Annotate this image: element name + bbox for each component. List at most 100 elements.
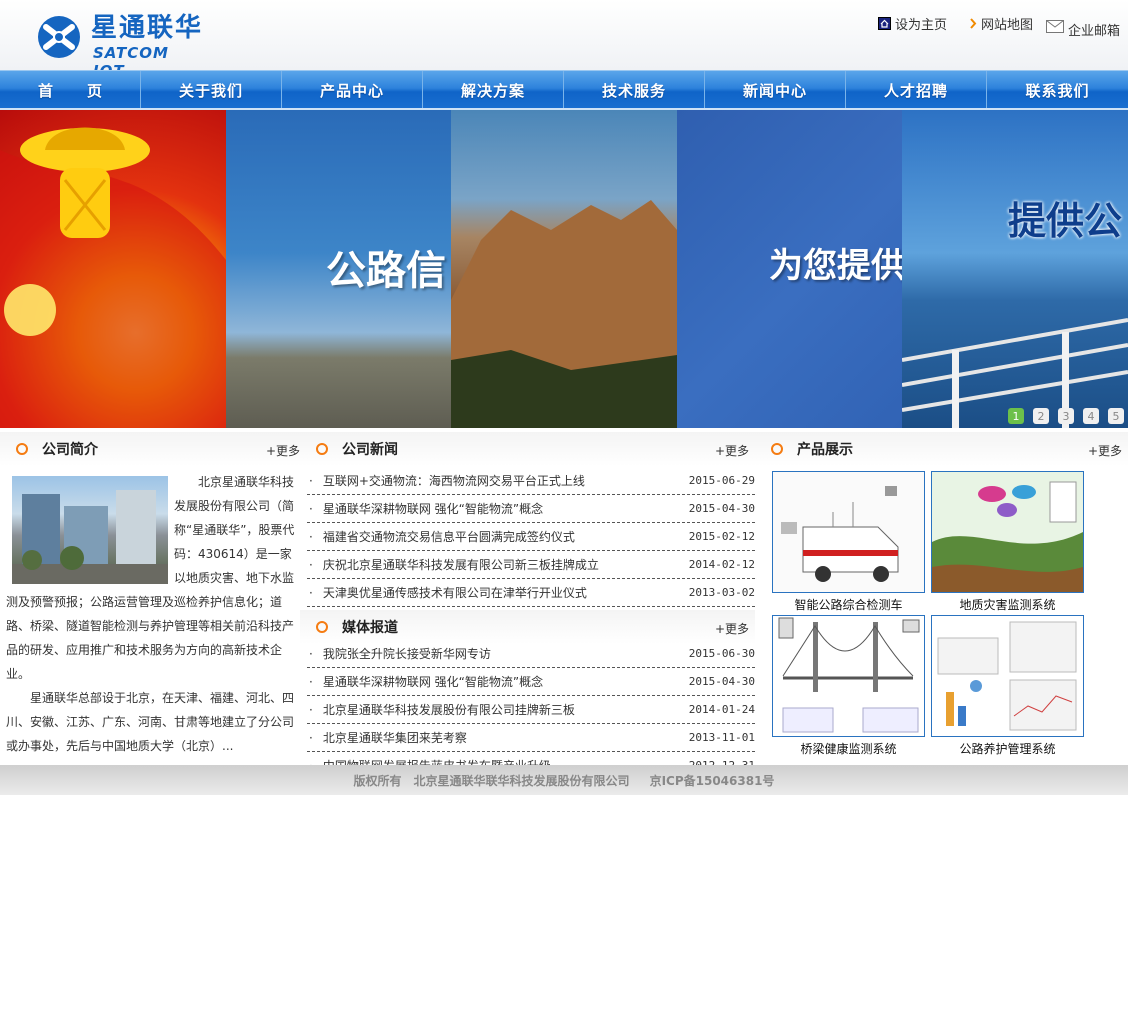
news-item-title: 北京星通联华科技发展股份有限公司挂牌新三板 (307, 701, 575, 718)
banner-dot-3[interactable]: 3 (1058, 408, 1074, 424)
news-item-title: 星通联华深耕物联网 强化“智能物流”概念 (307, 673, 543, 690)
ring-bullet-icon (16, 443, 28, 455)
company-news-more-link[interactable]: +更多 (715, 442, 749, 459)
news-item[interactable]: 庆祝北京星通联华科技发展有限公司新三板挂牌成立 2014-02-12 (307, 551, 755, 579)
banner-panel-mountain (451, 110, 677, 428)
banner-dots: 1 2 3 4 5 (1008, 408, 1124, 424)
bridge-monitoring-icon (773, 616, 924, 736)
about-title: 公司简介 (0, 432, 98, 466)
product-image (931, 471, 1084, 593)
arrow-right-icon (970, 18, 977, 29)
banner-text-3: 提供公 (1008, 199, 1123, 243)
banner-panel-lantern (0, 110, 226, 428)
media-news-title-text: 媒体报道 (342, 620, 398, 636)
nav-item-careers[interactable]: 人才招聘 (846, 71, 987, 109)
media-news-more-link[interactable]: +更多 (715, 620, 749, 637)
media-news-list: 我院张全升院长接受新华网专访 2015-06-30 星通联华深耕物联网 强化“智能… (307, 640, 755, 765)
nav-item-solutions[interactable]: 解决方案 (423, 71, 564, 109)
news-item-date: 2013-03-02 (688, 586, 755, 599)
set-homepage-link[interactable]: 设为主页 (878, 14, 947, 33)
product-image (772, 615, 925, 737)
logo-mark-icon (38, 16, 80, 58)
news-item[interactable]: 我院张全升院长接受新华网专访 2015-06-30 (307, 640, 755, 668)
news-item-date: 2015-04-30 (688, 675, 755, 688)
company-news-title: 公司新闻 (300, 432, 398, 466)
nav-item-contact[interactable]: 联系我们 (987, 71, 1128, 109)
news-item-date: 2015-04-30 (688, 502, 755, 515)
news-item-title: 福建省交通物流交易信息平台圆满完成签约仪式 (307, 528, 575, 545)
products-more-link[interactable]: +更多 (1088, 442, 1122, 459)
logo[interactable]: 星通联华 SATCOM IOT (36, 13, 206, 80)
news-item-title: 我院张全升院长接受新华网专访 (307, 645, 491, 662)
news-item-title: 互联网+交通物流：海西物流网交易平台正式上线 (307, 472, 585, 489)
nav-item-home[interactable]: 首页 (0, 71, 141, 109)
about-header: 公司简介 +更多 (0, 432, 306, 466)
banner-panel-sea: 提供公 (902, 110, 1128, 428)
banner-dot-1[interactable]: 1 (1008, 408, 1024, 424)
news-item-title: 星通联华深耕物联网 强化“智能物流”概念 (307, 500, 543, 517)
news-item-date: 2014-02-12 (688, 558, 755, 571)
news-item-title: 中国物联网发展报告蓝皮书发布暨产业升级...... (307, 757, 574, 765)
news-item-date: 2014-01-24 (688, 703, 755, 716)
banner-panel-blue: 为您提供 (677, 110, 902, 428)
envelope-icon (1046, 20, 1064, 33)
footer: 版权所有 北京星通联华联华科技发展股份有限公司 京ICP备15046381号 (0, 765, 1128, 795)
about-paragraph-2: 星通联华总部设于北京，在天津、福建、河北、四川、安徽、江苏、广东、河南、甘肃等地… (6, 691, 295, 753)
nav-item-products[interactable]: 产品中心 (282, 71, 423, 109)
nav-item-tech-service[interactable]: 技术服务 (564, 71, 705, 109)
product-card[interactable]: 公路养护管理系统 (931, 615, 1084, 757)
news-item[interactable]: 互联网+交通物流：海西物流网交易平台正式上线 2015-06-29 (307, 467, 755, 495)
building-icon (12, 490, 168, 584)
media-news-title: 媒体报道 (300, 610, 398, 644)
lantern-icon (0, 127, 226, 428)
road-maintenance-icon (932, 616, 1083, 736)
news-item[interactable]: 福建省交通物流交易信息平台圆满完成签约仪式 2015-02-12 (307, 523, 755, 551)
nav-item-news[interactable]: 新闻中心 (705, 71, 846, 109)
ring-bullet-icon (316, 443, 328, 455)
news-item[interactable]: 星通联华深耕物联网 强化“智能物流”概念 2015-04-30 (307, 495, 755, 523)
news-item[interactable]: 星通联华深耕物联网 强化“智能物流”概念 2015-04-30 (307, 668, 755, 696)
product-name: 智能公路综合检测车 (794, 598, 903, 612)
ring-bullet-icon (771, 443, 783, 455)
mountain-icon (451, 200, 677, 428)
main-nav: 首页 关于我们 产品中心 解决方案 技术服务 新闻中心 人才招聘 联系我们 (0, 70, 1128, 110)
news-item-date: 2015-02-12 (688, 530, 755, 543)
products-title-text: 产品展示 (797, 442, 853, 458)
products-header: 产品展示 +更多 (755, 432, 1128, 466)
product-name: 桥梁健康监测系统 (800, 742, 897, 756)
banner-dot-5[interactable]: 5 (1108, 408, 1124, 424)
railing-icon (902, 318, 1128, 428)
footer-copyright: 版权所有 北京星通联华联华科技发展股份有限公司 (353, 773, 630, 788)
about-title-text: 公司简介 (42, 442, 98, 458)
banner-dot-2[interactable]: 2 (1033, 408, 1049, 424)
banner-slideshow[interactable]: 公路信 为您提供 提供公 1 2 3 4 5 (0, 110, 1128, 428)
footer-icp[interactable]: 京ICP备15046381号 (650, 772, 775, 789)
logo-text-cn: 星通联华 (91, 13, 204, 43)
product-image (931, 615, 1084, 737)
product-card[interactable]: 智能公路综合检测车 (772, 471, 925, 613)
about-content: 北京星通联华科技发展股份有限公司（简称“星通联华”，股票代码：430614）是一… (6, 470, 298, 758)
about-more-link[interactable]: +更多 (266, 442, 300, 459)
enterprise-email-link[interactable]: 企业邮箱 (1046, 14, 1120, 39)
news-item[interactable]: 北京星通联华集团来芜考察 2013-11-01 (307, 724, 755, 752)
set-homepage-label: 设为主页 (895, 18, 948, 33)
sitemap-label: 网站地图 (981, 18, 1034, 33)
products-title: 产品展示 (755, 432, 853, 466)
company-news-header: 公司新闻 +更多 (300, 432, 755, 466)
product-card[interactable]: 地质灾害监测系统 (931, 471, 1084, 613)
home-icon (878, 17, 891, 30)
news-item[interactable]: 天津奥优星通传感技术有限公司在津举行开业仪式 2013-03-02 (307, 579, 755, 607)
enterprise-email-label: 企业邮箱 (1068, 24, 1121, 39)
news-item[interactable]: 中国物联网发展报告蓝皮书发布暨产业升级......2012-12-31 (307, 752, 755, 765)
sitemap-link[interactable]: 网站地图 (970, 14, 1033, 33)
banner-dot-4[interactable]: 4 (1083, 408, 1099, 424)
product-card[interactable]: 桥梁健康监测系统 (772, 615, 925, 757)
banner-text-1: 公路信 (326, 248, 446, 294)
news-item-date: 2015-06-29 (688, 474, 755, 487)
company-news-title-text: 公司新闻 (342, 442, 398, 458)
nav-item-about[interactable]: 关于我们 (141, 71, 282, 109)
product-name: 公路养护管理系统 (959, 742, 1056, 756)
news-item[interactable]: 北京星通联华科技发展股份有限公司挂牌新三板 2014-01-24 (307, 696, 755, 724)
company-building-photo (12, 476, 168, 584)
company-news-list: 互联网+交通物流：海西物流网交易平台正式上线 2015-06-29 星通联华深耕物… (307, 467, 755, 607)
